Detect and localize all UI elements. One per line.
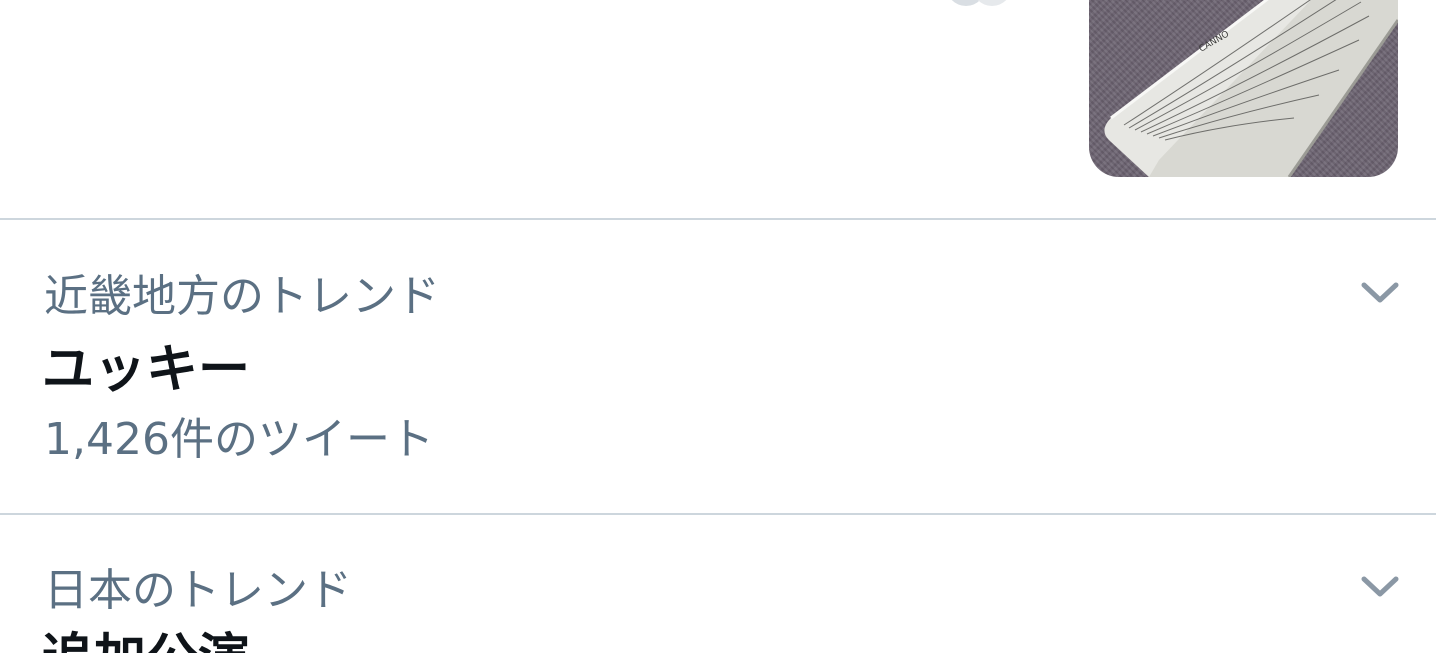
trend-item[interactable]: 日本のトレンド 追加公演 <box>0 515 1436 653</box>
trend-title: ユッキー <box>42 340 251 400</box>
trend-thumbnail-image[interactable]: CANNO <box>1089 0 1398 177</box>
chevron-down-icon[interactable] <box>1358 278 1402 308</box>
phone-photo: CANNO <box>1104 0 1398 177</box>
chevron-down-icon[interactable] <box>1358 572 1402 602</box>
previous-trend-item[interactable]: CANNO <box>0 0 1436 219</box>
avatar-stack <box>946 0 1012 8</box>
trends-timeline: CANNO 近畿地方のトレンド ユッキー 1,426件のツイート 日本のトレンド… <box>0 0 1436 653</box>
trend-context: 日本のトレンド <box>44 565 352 616</box>
trend-tweet-count: 1,426件のツイート <box>44 414 434 465</box>
trend-context: 近畿地方のトレンド <box>44 271 440 322</box>
trend-title: 追加公演 <box>42 633 250 653</box>
trend-item[interactable]: 近畿地方のトレンド ユッキー 1,426件のツイート <box>0 220 1436 513</box>
